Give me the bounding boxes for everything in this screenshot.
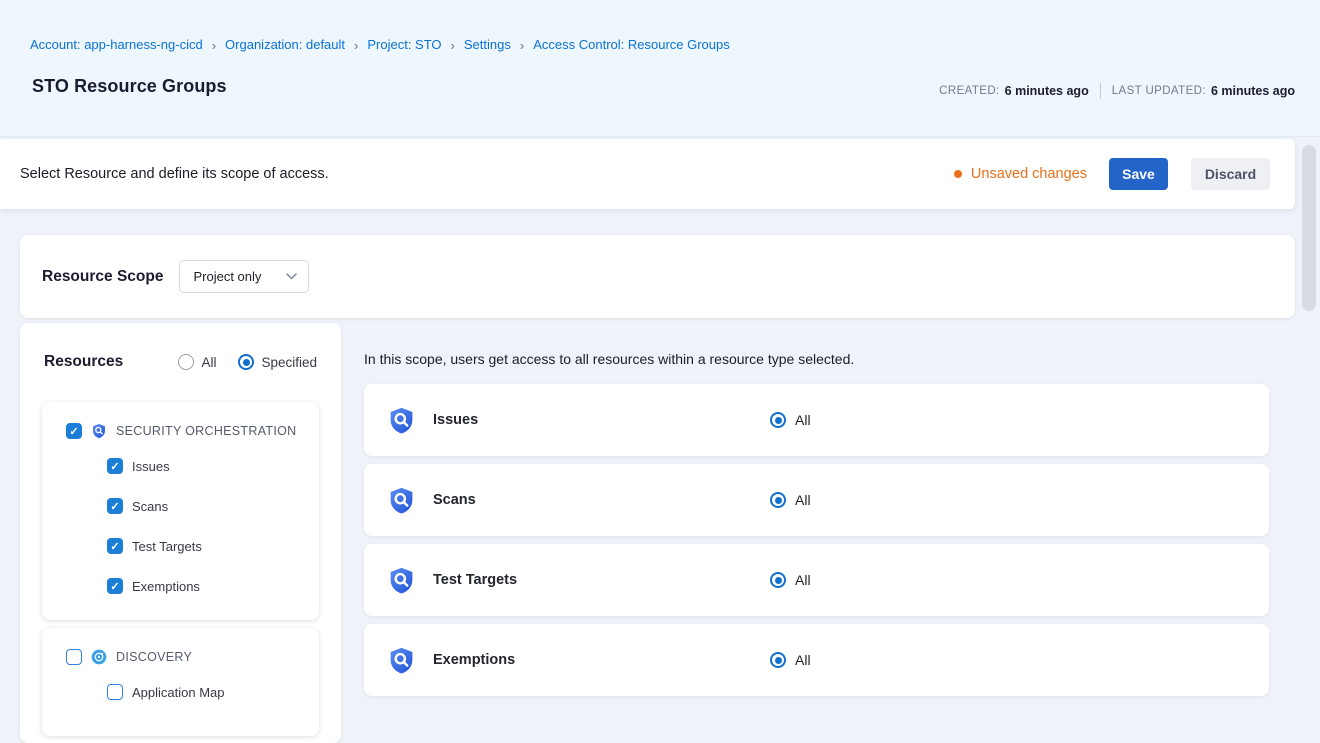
resource-row-test-targets: Test Targets All — [364, 544, 1269, 616]
chevron-right-icon: › — [451, 38, 455, 52]
group-discovery-header[interactable]: DISCOVERY — [66, 649, 309, 665]
issues-label: Issues — [132, 459, 170, 474]
created-updated-meta: CREATED: 6 minutes ago LAST UPDATED: 6 m… — [939, 83, 1295, 99]
resource-item-application-map[interactable]: Application Map — [107, 672, 309, 712]
chevron-right-icon: › — [212, 38, 216, 52]
sto-shield-icon — [387, 566, 416, 595]
issues-checkbox[interactable] — [107, 458, 123, 474]
breadcrumb-account[interactable]: Account: app-harness-ng-cicd — [30, 37, 203, 52]
access-label: All — [795, 412, 811, 428]
exemptions-checkbox[interactable] — [107, 578, 123, 594]
access-label: All — [795, 652, 811, 668]
group-security-orchestration-header[interactable]: SECURITY ORCHESTRATION — [66, 423, 309, 439]
breadcrumb: Account: app-harness-ng-cicd › Organizat… — [30, 37, 730, 52]
chevron-down-icon — [286, 273, 297, 280]
created-value: 6 minutes ago — [1005, 84, 1089, 98]
sto-shield-icon — [91, 423, 107, 439]
radio-all-icon — [178, 354, 194, 370]
resource-scope-label: Resource Scope — [42, 268, 163, 286]
last-updated-label: LAST UPDATED: — [1112, 85, 1206, 97]
resource-row-scans: Scans All — [364, 464, 1269, 536]
access-label: All — [795, 492, 811, 508]
page-header: Account: app-harness-ng-cicd › Organizat… — [0, 0, 1320, 137]
test-targets-checkbox[interactable] — [107, 538, 123, 554]
scans-checkbox[interactable] — [107, 498, 123, 514]
issues-access-radio[interactable]: All — [770, 412, 811, 428]
access-label: All — [795, 572, 811, 588]
breadcrumb-access-control[interactable]: Access Control: Resource Groups — [533, 37, 730, 52]
discovery-icon — [91, 649, 107, 665]
test-targets-access-radio[interactable]: All — [770, 572, 811, 588]
exemptions-access-radio[interactable]: All — [770, 652, 811, 668]
toolbar: Select Resource and define its scope of … — [0, 139, 1295, 209]
resources-panel: Resources All Specified SECURITY ORCHEST… — [20, 323, 341, 743]
resources-panel-title: Resources — [44, 353, 178, 371]
scope-description: In this scope, users get access to all r… — [364, 351, 854, 367]
breadcrumb-organization[interactable]: Organization: default — [225, 37, 345, 52]
resource-item-scans[interactable]: Scans — [107, 486, 309, 526]
group-name: SECURITY ORCHESTRATION — [116, 424, 296, 438]
resource-scope-card: Resource Scope Project only — [20, 235, 1295, 318]
scans-access-radio[interactable]: All — [770, 492, 811, 508]
discovery-checkbox[interactable] — [66, 649, 82, 665]
radio-checked-icon — [770, 492, 786, 508]
discard-button[interactable]: Discard — [1191, 158, 1270, 190]
toolbar-description: Select Resource and define its scope of … — [20, 166, 329, 182]
group-name: DISCOVERY — [116, 650, 192, 664]
sto-shield-icon — [387, 486, 416, 515]
application-map-label: Application Map — [132, 685, 225, 700]
radio-specified[interactable]: Specified — [238, 354, 317, 370]
group-discovery: DISCOVERY Application Map — [42, 628, 319, 736]
sto-shield-icon — [387, 406, 416, 435]
resource-scope-selected-value: Project only — [193, 269, 261, 284]
radio-specified-label: Specified — [261, 355, 317, 370]
row-title: Issues — [433, 412, 478, 428]
meta-divider — [1100, 83, 1101, 99]
last-updated-value: 6 minutes ago — [1211, 84, 1295, 98]
unsaved-changes-label: Unsaved changes — [971, 166, 1087, 182]
row-title: Exemptions — [433, 652, 515, 668]
radio-checked-icon — [770, 652, 786, 668]
resource-scope-dropdown[interactable]: Project only — [179, 260, 309, 293]
exemptions-label: Exemptions — [132, 579, 200, 594]
chevron-right-icon: › — [520, 38, 524, 52]
breadcrumb-project[interactable]: Project: STO — [367, 37, 441, 52]
group-security-orchestration: SECURITY ORCHESTRATION Issues Scans Test… — [42, 402, 319, 620]
resource-item-test-targets[interactable]: Test Targets — [107, 526, 309, 566]
radio-all-label: All — [201, 355, 216, 370]
page-title: STO Resource Groups — [32, 76, 227, 97]
save-button[interactable]: Save — [1109, 158, 1168, 190]
breadcrumb-settings[interactable]: Settings — [464, 37, 511, 52]
radio-specified-icon — [238, 354, 254, 370]
resource-row-issues: Issues All — [364, 384, 1269, 456]
row-title: Test Targets — [433, 572, 517, 588]
resource-item-issues[interactable]: Issues — [107, 446, 309, 486]
sto-shield-icon — [387, 646, 416, 675]
test-targets-label: Test Targets — [132, 539, 202, 554]
application-map-checkbox[interactable] — [107, 684, 123, 700]
security-orchestration-checkbox[interactable] — [66, 423, 82, 439]
resource-item-exemptions[interactable]: Exemptions — [107, 566, 309, 606]
created-label: CREATED: — [939, 85, 1000, 97]
radio-checked-icon — [770, 572, 786, 588]
chevron-right-icon: › — [354, 38, 358, 52]
row-title: Scans — [433, 492, 476, 508]
vertical-scrollbar-thumb[interactable] — [1302, 145, 1316, 311]
radio-all[interactable]: All — [178, 354, 216, 370]
scans-label: Scans — [132, 499, 168, 514]
unsaved-changes-dot-icon — [954, 170, 962, 178]
radio-checked-icon — [770, 412, 786, 428]
resource-row-exemptions: Exemptions All — [364, 624, 1269, 696]
